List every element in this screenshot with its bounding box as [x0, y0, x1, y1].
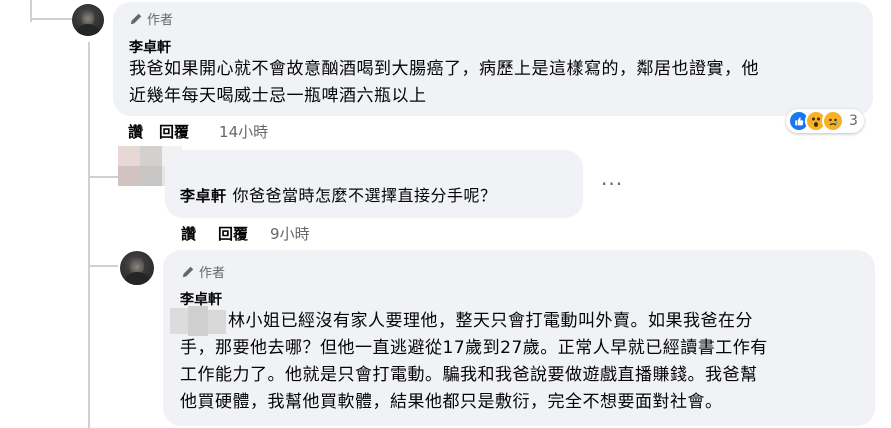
author-badge-label: 作者	[147, 13, 174, 28]
thread-line	[88, 176, 118, 178]
comment-text-line: 近幾年每天喝威士忌一瓶啤酒六瓶以上	[129, 86, 427, 106]
comment-text-line: 林小姐已經沒有家人要理他，整天只會打電動叫外賣。如果我爸在分	[228, 311, 753, 331]
avatar[interactable]	[120, 251, 154, 285]
pencil-icon	[130, 13, 142, 24]
more-options-icon[interactable]: ···	[601, 172, 623, 196]
reply-actions: 讚 回覆 9小時	[181, 223, 310, 244]
reply-button[interactable]: 回覆	[159, 121, 189, 142]
like-button[interactable]: 讚	[181, 223, 196, 244]
reply-button[interactable]: 回覆	[218, 223, 248, 244]
sad-icon	[822, 110, 844, 132]
comment-text: 我爸如果開心就不會故意酗酒喝到大腸癌了，病歷上是這樣寫的，鄰居也證實，他 近幾年…	[129, 56, 869, 110]
reply-message: 你爸爸當時怎麼不選擇直接分手呢？	[232, 186, 497, 205]
like-button[interactable]: 讚	[128, 121, 143, 142]
reply-mention-name[interactable]: 李卓軒	[180, 187, 227, 205]
thread-line	[88, 42, 90, 428]
reply-timestamp[interactable]: 9小時	[270, 223, 310, 244]
avatar[interactable]	[72, 4, 104, 36]
author-badge: 作者	[129, 9, 173, 28]
reactions-summary[interactable]: 3	[786, 109, 864, 133]
reply-text: 李卓軒 你爸爸當時怎麼不選擇直接分手呢？	[180, 184, 497, 208]
comment-author-name[interactable]: 李卓軒	[129, 37, 171, 57]
author-badge-label: 作者	[199, 266, 226, 281]
comment-text: 林小姐已經沒有家人要理他，整天只會打電動叫外賣。如果我爸在分 手，那要他去哪？但…	[180, 308, 870, 416]
comment-actions: 讚 回覆 14小時	[128, 121, 268, 142]
reaction-count: 3	[849, 113, 858, 129]
comment-text-line: 手，那要他去哪？但他一直逃避從17歲到27歲。正常人早就已經讀書工作有	[180, 338, 768, 358]
comment-text-line: 他買硬體，我幫他買軟體，結果他都只是敷衍，完全不想要面對社會。	[180, 392, 723, 412]
comment-text-line: 我爸如果開心就不會故意酗酒喝到大腸癌了，病歷上是這樣寫的，鄰居也證實，他	[129, 59, 759, 79]
pencil-icon	[182, 266, 194, 277]
comment-text-line: 工作能力了。他就是只會打電動。騙我和我爸說要做遊戲直播賺錢。我爸幫	[180, 365, 758, 385]
author-badge: 作者	[181, 262, 225, 281]
thread-line	[88, 265, 118, 267]
comment-timestamp[interactable]: 14小時	[219, 121, 268, 142]
